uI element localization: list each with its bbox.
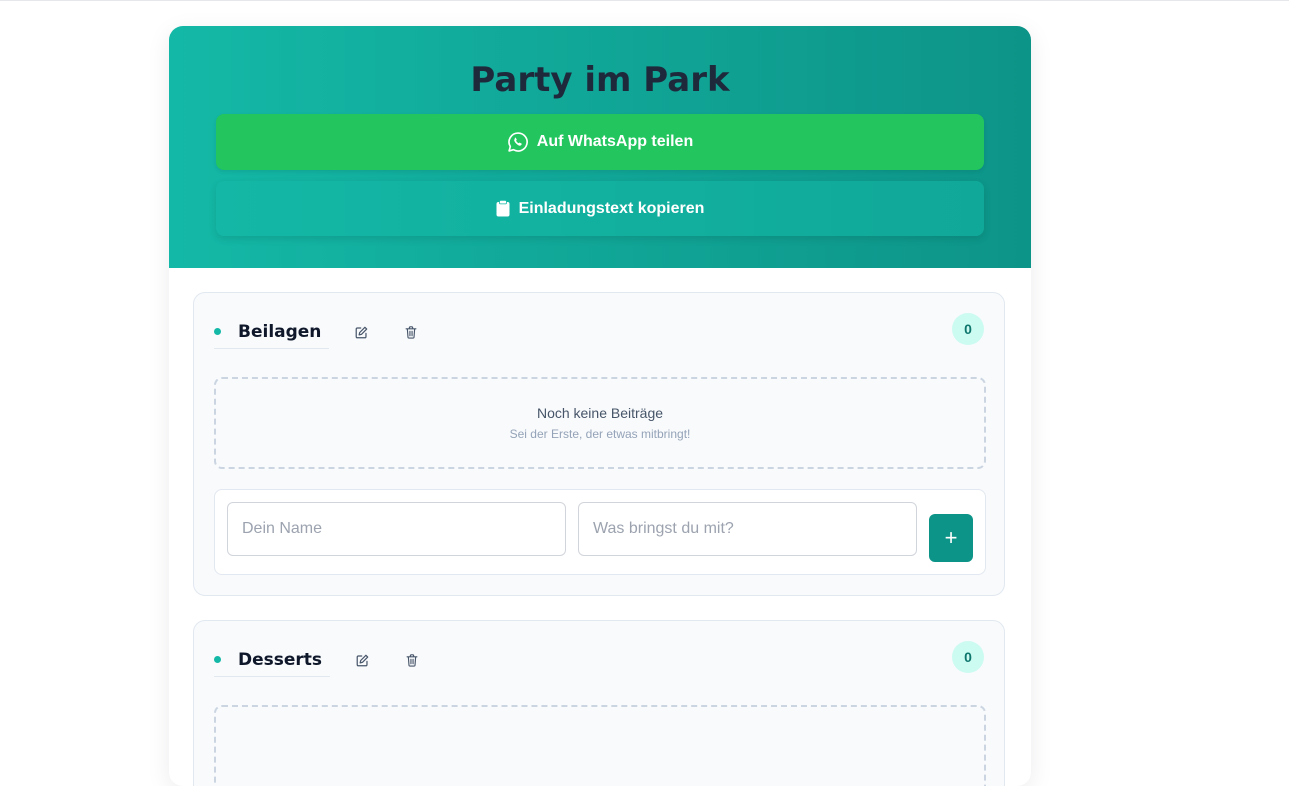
empty-state-subtitle: Sei der Erste, der etwas mitbringt! [509, 427, 691, 441]
contribution-count-badge: 0 [952, 641, 984, 673]
contribution-count-badge: 0 [952, 313, 984, 345]
delete-category-button[interactable] [402, 650, 422, 670]
category-title-wrap: Desserts [214, 649, 331, 677]
delete-category-button[interactable] [401, 322, 421, 342]
category-dot [214, 328, 221, 335]
category-header: Beilagen [214, 315, 421, 349]
share-whatsapp-label: Auf WhatsApp teilen [536, 133, 694, 150]
category-title: Desserts [238, 649, 323, 670]
category-title: Beilagen [238, 321, 322, 342]
plus-icon: + [944, 525, 958, 550]
event-title: Party im Park [470, 60, 730, 100]
category-header: Desserts [214, 643, 422, 677]
add-contribution-button[interactable]: + [929, 514, 973, 562]
trash-icon [405, 325, 417, 339]
event-card: Party im Park Auf WhatsApp teilen Einlad… [169, 26, 1031, 786]
copy-invitation-button[interactable]: Einladungstext kopieren [216, 181, 984, 236]
empty-state-title: Noch keine Beiträge [536, 405, 664, 421]
edit-category-button[interactable] [352, 650, 372, 670]
item-input[interactable] [578, 502, 917, 556]
edit-category-button[interactable] [351, 322, 371, 342]
category-card: Beilagen 0 Noch keine Beiträge Sei der E… [193, 292, 1005, 596]
category-title-wrap: Beilagen [214, 321, 330, 349]
edit-icon [356, 654, 368, 666]
clipboard-icon [496, 200, 510, 217]
name-input[interactable] [227, 502, 566, 556]
category-dot [214, 656, 221, 663]
category-card: Desserts 0 [193, 620, 1005, 786]
share-whatsapp-button[interactable]: Auf WhatsApp teilen [216, 114, 984, 170]
edit-icon [355, 326, 368, 338]
whatsapp-icon [507, 131, 529, 153]
contribution-form: + [214, 489, 986, 575]
trash-icon [406, 653, 418, 667]
event-header: Party im Park Auf WhatsApp teilen Einlad… [169, 26, 1031, 268]
empty-state: Noch keine Beiträge Sei der Erste, der e… [214, 377, 986, 469]
empty-state [214, 705, 986, 786]
copy-invitation-label: Einladungstext kopieren [518, 199, 705, 217]
top-divider [0, 0, 1289, 1]
